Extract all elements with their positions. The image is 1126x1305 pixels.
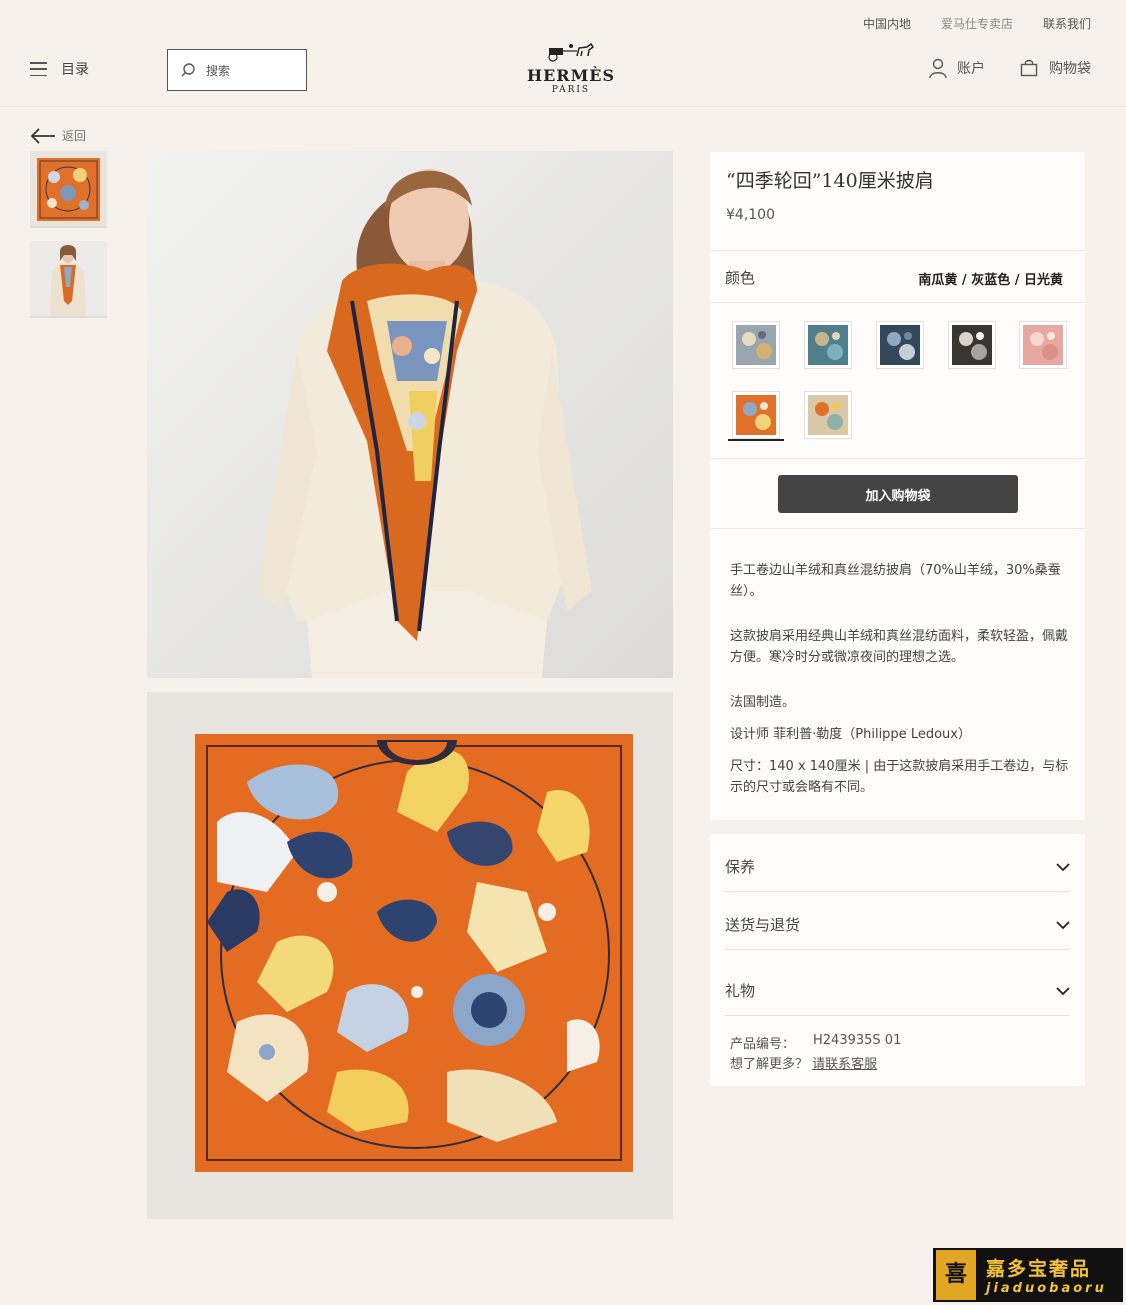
swatch-pink[interactable] <box>1019 321 1067 369</box>
search-icon <box>181 63 195 77</box>
shopping-bag-button[interactable]: 购物袋 <box>1020 58 1091 78</box>
chevron-down-icon <box>1056 860 1070 874</box>
search-input[interactable]: 搜索 <box>167 49 307 91</box>
swatch-black[interactable] <box>948 321 996 369</box>
swatch-slate[interactable] <box>876 321 924 369</box>
watermark: 喜 嘉多宝奢品 jiaduobaoru <box>933 1248 1123 1302</box>
divider <box>710 250 1085 251</box>
hamburger-icon <box>30 62 47 76</box>
description-composition: 手工卷边山羊绒和真丝混纺披肩（70%山羊绒，30%桑蚕丝）。 <box>730 563 1061 599</box>
accordion-gift[interactable]: 礼物 <box>725 966 1070 1016</box>
menu-button[interactable]: 目录 <box>30 59 89 79</box>
back-button[interactable]: 返回 <box>30 127 86 144</box>
divider <box>710 302 1085 303</box>
menu-label: 目录 <box>61 62 89 78</box>
watermark-en: jiaduobaoru <box>986 1281 1107 1296</box>
divider <box>710 458 1085 459</box>
color-label: 颜色 <box>725 269 756 287</box>
utility-links: 中国内地 爱马仕专卖店 联系我们 <box>863 15 1091 32</box>
arrow-left-icon <box>30 127 55 144</box>
brand-name: HERMÈS <box>526 66 616 85</box>
swatch-orange[interactable] <box>732 391 780 439</box>
accordion-delivery-returns[interactable]: 送货与退货 <box>725 900 1070 950</box>
info-accordion-panel: 保养 送货与退货 礼物 产品编号： H243935S 01 想了解更多？ 请联系… <box>710 834 1085 1086</box>
chevron-down-icon <box>1056 918 1070 932</box>
carriage-icon <box>548 42 595 62</box>
product-title: “四季轮回”140厘米披肩 <box>726 170 934 192</box>
brand-logo[interactable]: HERMÈS PARIS <box>520 42 622 95</box>
thumbnail-model[interactable] <box>30 241 107 318</box>
contact-service-link[interactable]: 请联系客服 <box>812 1057 877 1072</box>
watermark-seal: 喜 <box>936 1250 976 1300</box>
swatch-grey-multi[interactable] <box>732 321 780 369</box>
description-made-in: 法国制造。 <box>730 695 796 710</box>
add-to-bag-button[interactable]: 加入购物袋 <box>778 475 1018 513</box>
description-size: 尺寸：140 x 140厘米 | 由于这款披肩采用手工卷边，与标示的尺寸或会略有… <box>730 759 1069 795</box>
header-divider <box>0 106 1126 107</box>
thumbnail-scarf[interactable] <box>30 151 107 228</box>
account-button[interactable]: 账户 <box>929 58 985 78</box>
brand-city: PARIS <box>551 85 591 95</box>
accordion-care[interactable]: 保养 <box>725 842 1070 892</box>
selected-swatch-indicator <box>728 439 784 441</box>
product-code: 产品编号： H243935S 01 <box>730 1033 901 1052</box>
more-label: 想了解更多？ <box>730 1057 809 1072</box>
contact-link[interactable]: 联系我们 <box>1043 15 1091 32</box>
product-price: ¥4,100 <box>726 207 775 223</box>
swatch-beige-orange[interactable] <box>804 391 852 439</box>
swatch-teal[interactable] <box>804 321 852 369</box>
watermark-cn: 嘉多宝奢品 <box>986 1258 1092 1280</box>
bag-icon <box>1020 59 1038 77</box>
accordion-care-label: 保养 <box>725 858 756 876</box>
divider <box>710 528 1085 529</box>
description-text: 这款披肩采用经典山羊绒和真丝混纺面料，柔软轻盈，佩戴方便。寒冷时分或微凉夜间的理… <box>730 629 1069 665</box>
product-image-model[interactable] <box>147 151 673 678</box>
store-link[interactable]: 爱马仕专卖店 <box>941 15 1013 32</box>
bag-label: 购物袋 <box>1049 61 1091 77</box>
search-placeholder: 搜索 <box>206 63 231 78</box>
product-info-panel: “四季轮回”140厘米披肩 ¥4,100 颜色 南瓜黄 / 灰蓝色 / 日光黄 … <box>710 152 1085 820</box>
back-label: 返回 <box>62 129 87 143</box>
region-link[interactable]: 中国内地 <box>863 15 911 32</box>
user-icon <box>929 58 947 78</box>
product-code-value: H243935S 01 <box>813 1033 902 1048</box>
account-label: 账户 <box>957 61 985 77</box>
product-code-label: 产品编号： <box>730 1037 796 1052</box>
description-designer: 设计师 菲利普·勒度（Philippe Ledoux） <box>730 727 971 742</box>
chevron-down-icon <box>1056 984 1070 998</box>
contact-prompt: 想了解更多？ 请联系客服 <box>730 1053 877 1072</box>
color-value: 南瓜黄 / 灰蓝色 / 日光黄 <box>918 273 1063 288</box>
accordion-gift-label: 礼物 <box>725 982 756 1000</box>
product-image-scarf[interactable] <box>147 692 673 1219</box>
accordion-delivery-label: 送货与退货 <box>725 916 801 934</box>
